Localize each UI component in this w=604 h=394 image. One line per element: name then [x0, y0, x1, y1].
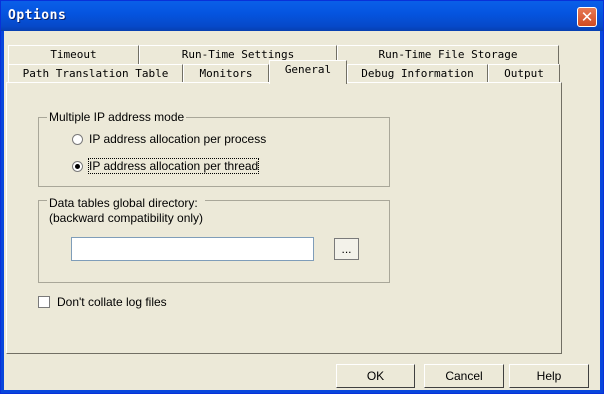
- browse-button[interactable]: ...: [334, 238, 359, 260]
- ok-button[interactable]: OK: [336, 364, 415, 388]
- general-tab-panel: Multiple IP address mode IP address allo…: [6, 82, 562, 354]
- tab-run-time-file-storage[interactable]: Run-Time File Storage: [337, 45, 559, 65]
- collate-log-label[interactable]: Don't collate log files: [57, 295, 167, 309]
- tab-output[interactable]: Output: [488, 64, 560, 84]
- data-tables-legend-line2: (backward compatibility only): [49, 211, 204, 225]
- tab-path-translation-table[interactable]: Path Translation Table: [8, 64, 183, 84]
- window-frame-bottom: [1, 390, 603, 393]
- ip-mode-group: Multiple IP address mode IP address allo…: [38, 110, 390, 187]
- window-frame-left: [1, 31, 4, 393]
- data-tables-group: Data tables global directory: (backward …: [38, 196, 390, 283]
- label-per-process[interactable]: IP address allocation per process: [89, 132, 266, 146]
- radio-per-thread[interactable]: [72, 161, 83, 172]
- help-button[interactable]: Help: [509, 364, 589, 388]
- tab-debug-information[interactable]: Debug Information: [347, 64, 488, 84]
- radio-selected-dot: [75, 164, 80, 169]
- tab-timeout[interactable]: Timeout: [8, 45, 139, 65]
- close-icon: ✕: [580, 8, 594, 26]
- radio-per-process[interactable]: [72, 134, 83, 145]
- title-bar[interactable]: Options ✕: [1, 1, 603, 31]
- data-tables-legend-line1: Data tables global directory:: [49, 196, 198, 210]
- ip-mode-legend: Multiple IP address mode: [47, 110, 187, 124]
- tab-general[interactable]: General: [269, 60, 347, 84]
- data-tables-path-input[interactable]: [71, 237, 314, 261]
- label-per-thread[interactable]: IP address allocation per thread: [87, 158, 260, 174]
- window-frame-right: [600, 31, 603, 393]
- data-tables-legend: Data tables global directory: (backward …: [47, 196, 206, 226]
- cancel-button[interactable]: Cancel: [424, 364, 504, 388]
- close-button[interactable]: ✕: [577, 7, 597, 27]
- options-dialog: Options ✕ Timeout Run-Time Settings Run-…: [0, 0, 604, 394]
- tab-monitors[interactable]: Monitors: [183, 64, 269, 84]
- window-title: Options: [8, 8, 67, 23]
- collate-log-checkbox[interactable]: [38, 296, 50, 308]
